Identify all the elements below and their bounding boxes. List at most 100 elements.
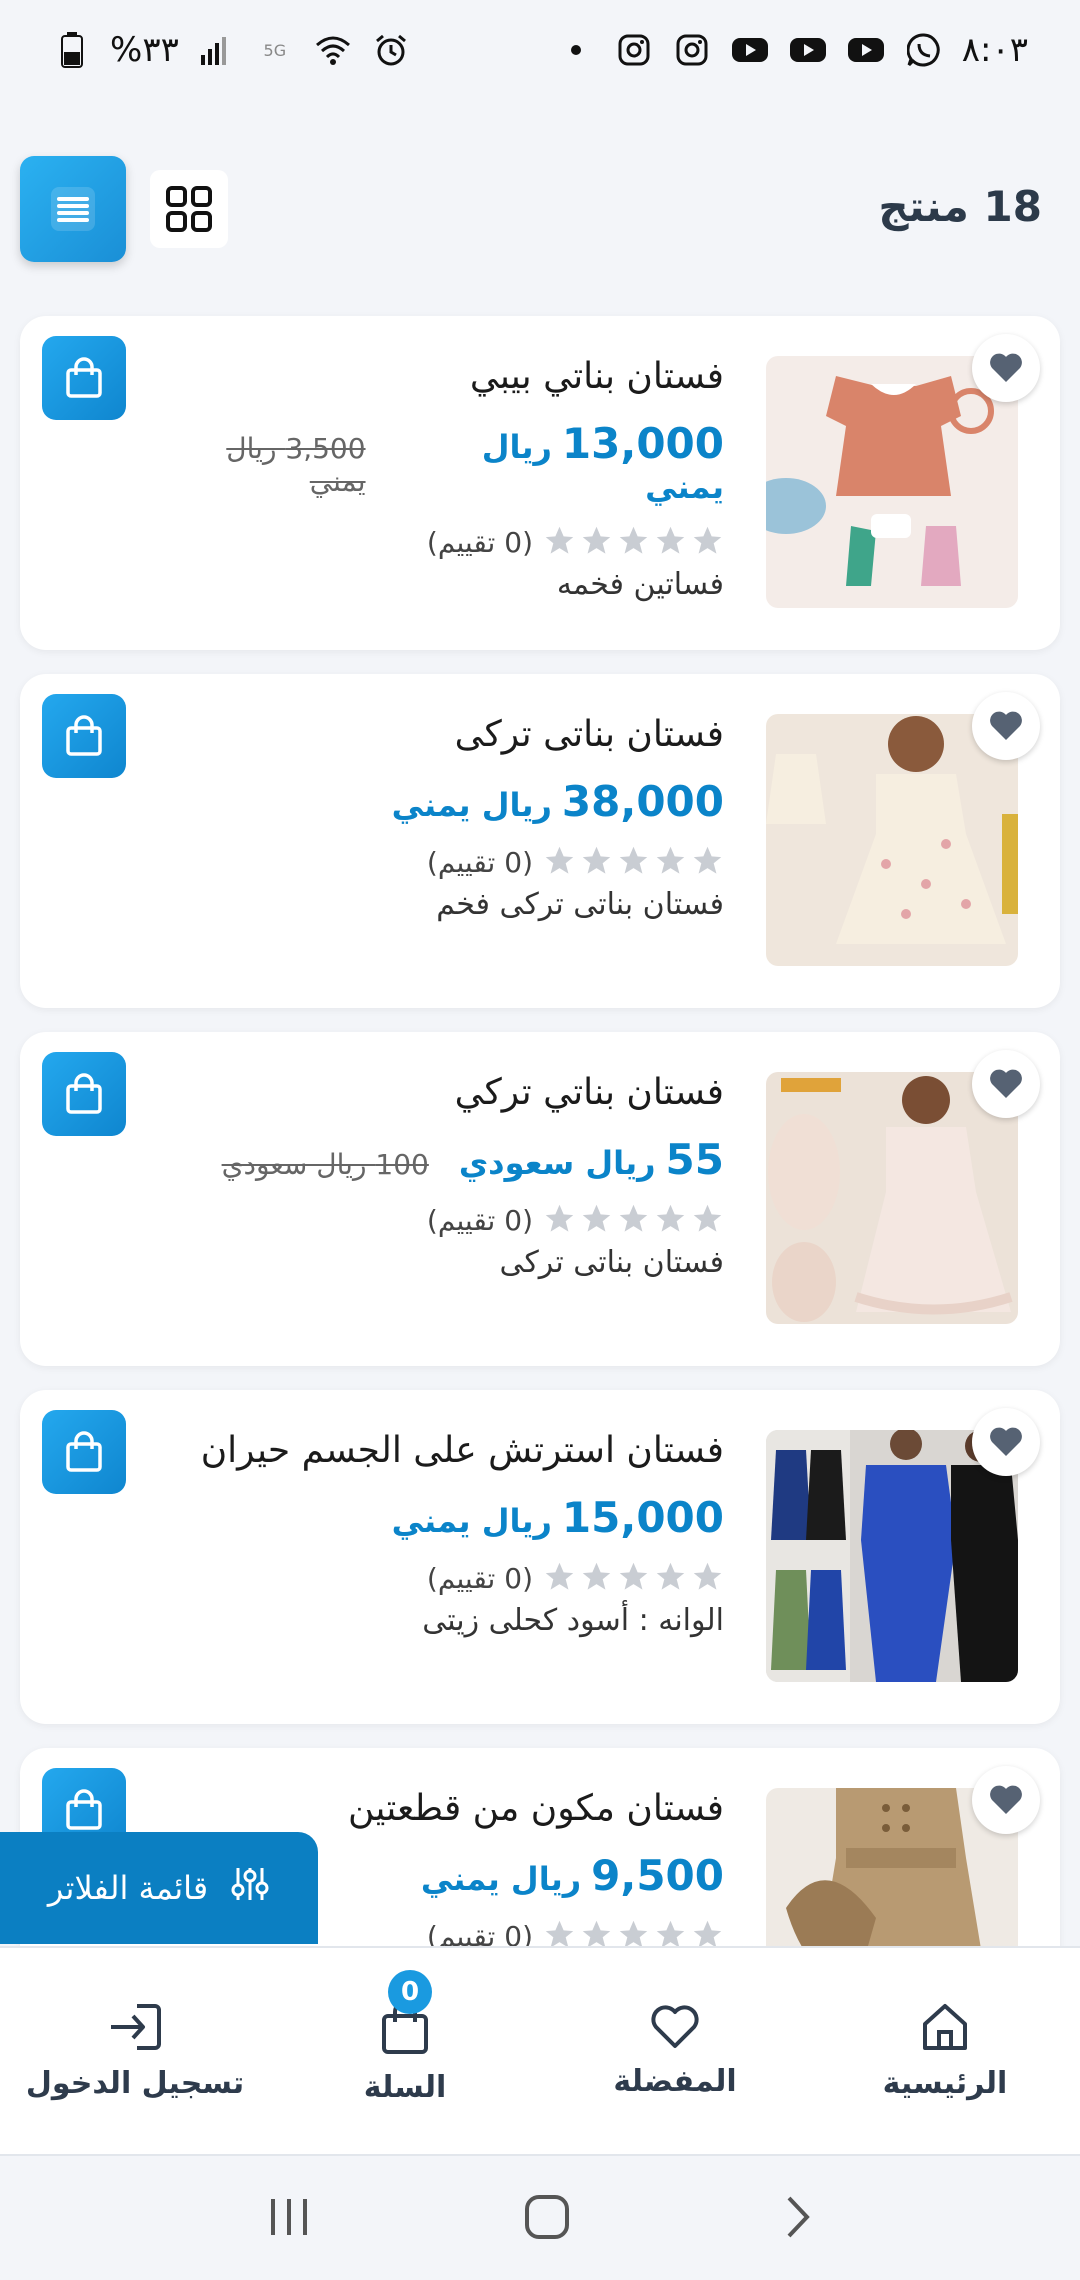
- price-row: 38,000ريال يمني: [164, 777, 724, 826]
- rating-text: (0 تقييم): [426, 1562, 533, 1595]
- shopping-bag-icon: [66, 715, 102, 756]
- nav-favorites[interactable]: المفضلة: [540, 1948, 810, 2154]
- star-icon: [654, 1202, 687, 1239]
- add-to-cart-button[interactable]: [42, 1410, 126, 1494]
- list-view-icon: [51, 187, 95, 231]
- favorite-button[interactable]: [972, 692, 1040, 760]
- nav-login-label: تسجيل الدخول: [25, 2065, 245, 2101]
- nav-home[interactable]: الرئيسية: [810, 1948, 1080, 2154]
- product-card[interactable]: فستان استرتش على الجسم حيران 15,000ريال …: [20, 1390, 1060, 1724]
- product-info: فستان بناتي بيبي 13,000ريال يمني 3,500 ر…: [164, 356, 724, 602]
- wifi-icon: [313, 30, 353, 70]
- back-icon[interactable]: [783, 2194, 813, 2244]
- product-price: 38,000: [561, 777, 724, 826]
- product-title[interactable]: فستان استرتش على الجسم حيران: [164, 1430, 724, 1471]
- heart-icon: [990, 353, 1022, 382]
- product-card[interactable]: فستان بناتي بيبي 13,000ريال يمني 3,500 ر…: [20, 316, 1060, 650]
- home-icon: [923, 2003, 967, 2050]
- add-to-cart-button[interactable]: [42, 1052, 126, 1136]
- status-left: %٣٣ 5G: [52, 30, 411, 70]
- rating-text: (0 تقييم): [426, 1204, 533, 1237]
- recent-apps-icon[interactable]: [267, 2197, 311, 2241]
- youtube-icon: [730, 30, 770, 70]
- star-icon: [543, 844, 576, 881]
- star-icon: [543, 524, 576, 561]
- dot-icon: [556, 30, 596, 70]
- product-price: 15,000: [561, 1493, 724, 1542]
- alarm-icon: [371, 30, 411, 70]
- price-row: 15,000ريال يمني: [164, 1493, 724, 1542]
- product-image[interactable]: [766, 714, 1018, 966]
- filter-menu-button[interactable]: قائمة الفلاتر: [0, 1832, 318, 1944]
- product-price: 13,000: [561, 419, 724, 468]
- product-card[interactable]: فستان بناتي تركي 55ريال سعودي 100 ريال س…: [20, 1032, 1060, 1366]
- favorite-button[interactable]: [972, 1050, 1040, 1118]
- bottom-nav: الرئيسية المفضلة 0 السلة تسجيل الدخول: [0, 1946, 1080, 2156]
- shopping-bag-icon: [66, 1431, 102, 1472]
- product-info: فستان بناتي تركي 55ريال سعودي 100 ريال س…: [164, 1072, 724, 1280]
- star-icon: [543, 1560, 576, 1597]
- cart-count-badge: 0: [388, 1970, 432, 2014]
- product-title[interactable]: فستان بناتي بيبي: [164, 356, 724, 397]
- star-icon: [691, 1560, 724, 1597]
- star-icon: [580, 524, 613, 561]
- nav-login[interactable]: تسجيل الدخول: [0, 1948, 270, 2154]
- favorite-button[interactable]: [972, 1408, 1040, 1476]
- product-image[interactable]: [766, 1430, 1018, 1682]
- star-icon: [617, 1560, 650, 1597]
- product-image[interactable]: [766, 356, 1018, 608]
- favorite-button[interactable]: [972, 1766, 1040, 1834]
- product-image[interactable]: [766, 1072, 1018, 1324]
- product-title[interactable]: فستان مكون من قطعتين: [164, 1788, 724, 1829]
- youtube-icon: [846, 30, 886, 70]
- rating-row: (0 تقييم): [164, 1202, 724, 1239]
- nav-favorites-label: المفضلة: [613, 2063, 737, 2099]
- grid-view-button[interactable]: [150, 170, 228, 248]
- product-count: 18 منتج: [878, 182, 1042, 231]
- network-5g-icon: 5G: [263, 40, 287, 60]
- price-currency: ريال يمني: [391, 1502, 552, 1540]
- price-currency: ريال يمني: [420, 1860, 582, 1898]
- nav-cart[interactable]: 0 السلة: [270, 1948, 540, 2154]
- product-info: فستان بناتى تركى 38,000ريال يمني (0 تقيي…: [164, 714, 724, 922]
- shopping-bag-icon: [66, 1073, 102, 1114]
- product-subtitle: فستان بناتى تركى: [499, 1245, 725, 1280]
- status-right: ٨:٠٣: [556, 30, 1028, 70]
- star-icon: [654, 844, 687, 881]
- home-button-icon[interactable]: [524, 2194, 570, 2244]
- old-price: 100 ريال سعودي: [221, 1148, 429, 1181]
- star-icon: [654, 524, 687, 561]
- old-price: 3,500 ريال يمني: [226, 432, 366, 498]
- star-icon: [543, 1202, 576, 1239]
- filter-sliders-icon: [230, 1864, 270, 1912]
- product-price: 9,500: [591, 1851, 724, 1900]
- product-title[interactable]: فستان بناتي تركي: [164, 1072, 724, 1113]
- filter-menu-label: قائمة الفلاتر: [47, 1869, 209, 1907]
- product-info: فستان استرتش على الجسم حيران 15,000ريال …: [164, 1430, 724, 1638]
- add-to-cart-button[interactable]: [42, 336, 126, 420]
- list-toolbar: 18 منتج: [0, 100, 1080, 310]
- heart-outline-icon: [651, 2004, 699, 2048]
- grid-view-icon: [166, 186, 212, 232]
- favorite-button[interactable]: [972, 334, 1040, 402]
- battery-icon: [52, 30, 92, 70]
- whatsapp-icon: [904, 30, 944, 70]
- price-row: 13,000ريال يمني 3,500 ريال يمني: [164, 419, 724, 506]
- system-nav-bar: [0, 2158, 1080, 2280]
- rating-text: (0 تقييم): [426, 526, 533, 559]
- heart-icon: [990, 711, 1022, 740]
- heart-icon: [990, 1427, 1022, 1456]
- add-to-cart-button[interactable]: [42, 694, 126, 778]
- star-icon: [654, 1560, 687, 1597]
- rating-text: (0 تقييم): [426, 846, 533, 879]
- product-card[interactable]: فستان بناتى تركى 38,000ريال يمني (0 تقيي…: [20, 674, 1060, 1008]
- rating-row: (0 تقييم): [164, 844, 724, 881]
- product-title[interactable]: فستان بناتى تركى: [164, 714, 724, 755]
- list-view-button[interactable]: [20, 156, 126, 262]
- clock-time: ٨:٠٣: [961, 30, 1028, 70]
- star-icon: [580, 1560, 613, 1597]
- instagram-icon: [672, 30, 712, 70]
- shopping-bag-icon: [66, 357, 102, 398]
- signal-icon: [197, 30, 237, 70]
- product-subtitle: الوانه : أسود كحلى زيتى: [422, 1603, 724, 1638]
